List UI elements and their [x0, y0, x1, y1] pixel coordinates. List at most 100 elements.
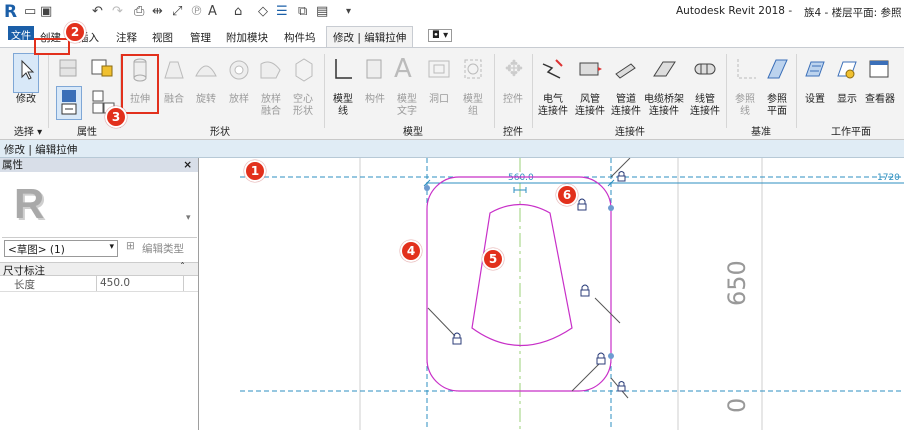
workplane-viewer-icon[interactable] [867, 56, 891, 84]
type-preview[interactable]: R ▾ [2, 173, 197, 238]
show-workplane-icon[interactable] [835, 56, 859, 84]
duct-connector-label[interactable]: 风管 连接件 [571, 94, 609, 118]
properties-header[interactable]: 属性 × [0, 158, 198, 172]
tab-file[interactable]: 文件 [8, 26, 34, 42]
section-icon[interactable]: ◇ [258, 5, 268, 19]
model-text-icon[interactable]: A [394, 54, 420, 84]
lock-icon [577, 198, 587, 211]
select-panel-label[interactable]: 选择 ▾ [8, 123, 48, 138]
dimension-text-vertical[interactable]: 650 [723, 260, 751, 306]
redo-icon[interactable]: ↷ [112, 5, 123, 19]
cable-tray-connector-label[interactable]: 电缆桥架 连接件 [640, 94, 688, 118]
drawing-canvas[interactable]: 560.0 1720 650 0 [200, 158, 904, 430]
save-icon[interactable]: ▣ [40, 5, 52, 19]
thin-lines-icon[interactable]: ☰ [276, 5, 288, 19]
print-icon[interactable]: ⎙ [134, 5, 144, 19]
conduit-connector-icon[interactable] [692, 56, 718, 84]
electrical-connector-icon[interactable] [540, 56, 566, 84]
model-line-label[interactable]: 模型 线 [328, 94, 358, 118]
tab-addins[interactable]: 附加模块 [226, 30, 268, 45]
model-text-label[interactable]: 模型 文字 [392, 94, 422, 118]
close-icon[interactable]: × [183, 158, 192, 172]
revolve-label[interactable]: 旋转 [190, 94, 222, 106]
sketch-view[interactable]: 560.0 1720 650 0 [200, 158, 904, 430]
duct-connector-icon[interactable] [577, 56, 603, 84]
workplane-panel-label: 工作平面 [831, 127, 871, 138]
void-forms-label[interactable]: 空心 形状 [286, 94, 320, 118]
swept-blend-label[interactable]: 放样 融合 [254, 94, 288, 118]
electrical-connector-label[interactable]: 电气 连接件 [534, 94, 572, 118]
control-icon[interactable]: ✥ [502, 56, 526, 84]
opening-icon[interactable] [426, 56, 452, 84]
property-group-header[interactable]: 尺寸标注 ˆ [0, 262, 198, 277]
customize-qat-icon[interactable]: ▾ [346, 5, 351, 19]
workplane-viewer-label[interactable]: 查看器 [860, 94, 900, 106]
open-icon[interactable]: ▭ [24, 5, 36, 19]
modify-label[interactable]: 修改 [13, 94, 39, 106]
blend-icon[interactable] [161, 56, 187, 84]
3d-view-icon[interactable]: ⌂ [234, 5, 242, 19]
tab-component-dock[interactable]: 构件坞 [284, 30, 316, 45]
tab-manage[interactable]: 管理 [190, 30, 211, 45]
component-label[interactable]: 构件 [360, 94, 390, 106]
tag-icon[interactable]: ℗ [190, 5, 203, 19]
reference-plane-icon[interactable] [764, 56, 790, 84]
revolve-icon[interactable] [193, 56, 219, 84]
sweep-icon[interactable] [226, 56, 252, 84]
tab-view[interactable]: 视图 [152, 30, 173, 45]
dimension-text-right[interactable]: 1720 [877, 173, 900, 183]
instance-filter-select[interactable]: <草图> (1) ▾ [4, 240, 118, 257]
edit-type-button[interactable]: ⊞ 编辑类型 [124, 240, 194, 257]
separator [532, 54, 533, 128]
opening-label[interactable]: 洞口 [424, 94, 454, 106]
model-line-icon[interactable] [332, 56, 356, 84]
type-dropdown-icon[interactable]: ▾ [186, 213, 191, 223]
edit-type-label: 编辑类型 [142, 243, 184, 255]
control-label[interactable]: 控件 [498, 94, 528, 106]
cable-tray-connector-icon[interactable] [651, 56, 677, 84]
tab-modify-edit-extrusion[interactable]: 修改 | 编辑拉伸 [326, 26, 414, 47]
dimension-icon[interactable]: ⤢ [172, 5, 182, 19]
modify-cursor-icon[interactable] [13, 53, 39, 93]
reference-line-icon[interactable] [734, 56, 760, 84]
dimension-text-top[interactable]: 560.0 [508, 173, 534, 183]
sweep-label[interactable]: 放样 [223, 94, 255, 106]
void-forms-icon[interactable] [291, 56, 317, 84]
measure-icon[interactable]: ⇹ [152, 5, 163, 19]
family-types-icon[interactable] [58, 56, 80, 80]
undo-icon[interactable]: ↶ [92, 5, 103, 19]
model-panel-label: 模型 [403, 127, 423, 138]
callout-badge-2: 2 [64, 21, 86, 43]
properties-palette: 属性 × R ▾ <草图> (1) ▾ ⊞ 编辑类型 尺寸标注 ˆ 长度 450… [0, 158, 199, 430]
model-group-icon[interactable] [460, 56, 486, 84]
property-value: 450.0 [100, 277, 131, 289]
property-value-field[interactable]: 450.0 [96, 276, 184, 291]
switch-windows-icon[interactable]: ▤ [316, 5, 328, 19]
callout-badge-1: 1 [244, 160, 266, 182]
view-title: 族4 - 楼层平面: 参照 [804, 7, 902, 19]
pipe-connector-icon[interactable] [613, 56, 639, 84]
component-icon[interactable] [363, 56, 387, 84]
extrusion-sketch-trapezoid [471, 204, 573, 346]
show-workplane-label[interactable]: 显示 [832, 94, 862, 106]
close-hidden-icon[interactable]: ⧉ [298, 5, 307, 19]
set-workplane-icon[interactable] [803, 56, 827, 84]
reference-plane-label[interactable]: 参照 平面 [760, 94, 794, 118]
conduit-connector-label[interactable]: 线管 连接件 [686, 94, 724, 118]
set-workplane-label[interactable]: 设置 [800, 94, 830, 106]
revit-logo-icon[interactable]: R [4, 3, 18, 21]
blend-label[interactable]: 融合 [158, 94, 190, 106]
dimension-text-vertical-partial[interactable]: 0 [723, 398, 751, 413]
family-category-icon[interactable] [90, 56, 116, 80]
highlight-extrusion-tool [121, 54, 159, 114]
lock-icon [580, 284, 590, 297]
properties-icon[interactable] [56, 86, 82, 120]
collapse-icon[interactable]: ˆ [180, 262, 185, 273]
model-group-label[interactable]: 模型 组 [456, 94, 490, 118]
text-icon[interactable]: A [208, 5, 217, 19]
tab-annotate[interactable]: 注释 [116, 30, 137, 45]
reference-line-label[interactable]: 参照 线 [730, 94, 760, 118]
panel-toggle-icon[interactable]: ◘ ▾ [428, 29, 453, 42]
swept-blend-icon[interactable] [258, 56, 284, 84]
callout-badge-4: 4 [400, 240, 422, 262]
